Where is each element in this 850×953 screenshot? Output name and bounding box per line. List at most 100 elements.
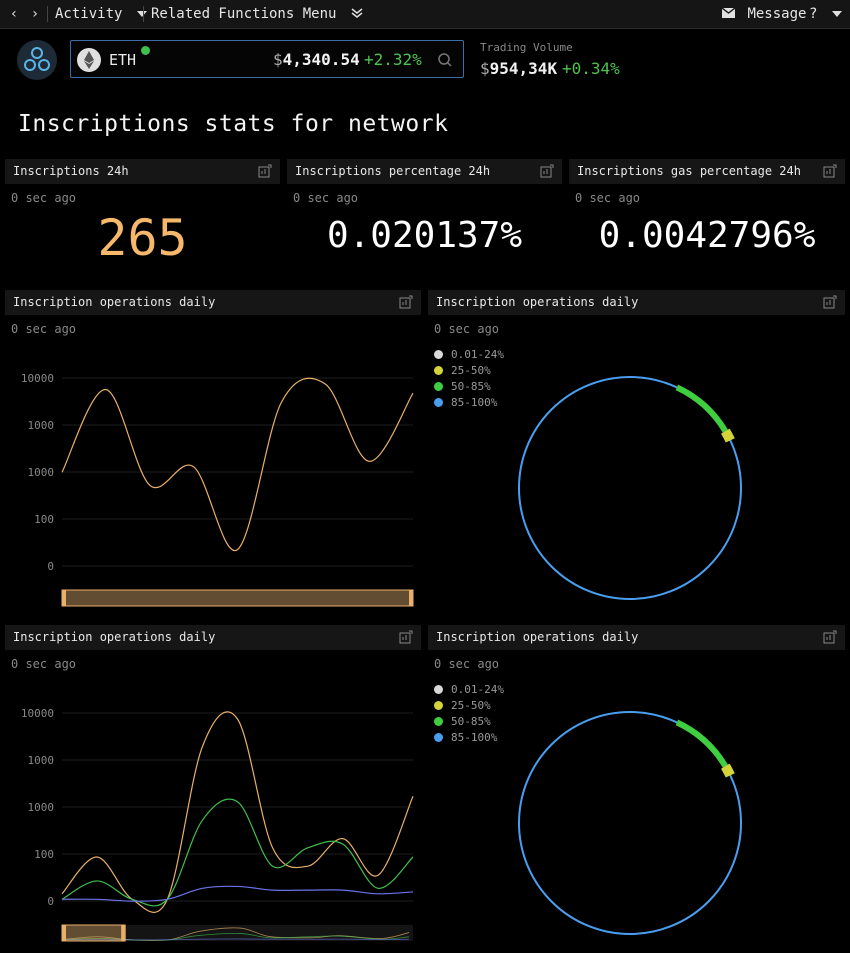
coin-price: $4,340.54 — [273, 50, 360, 69]
legend-item[interactable]: 25-50% — [434, 698, 504, 714]
divider — [143, 6, 144, 22]
forward-icon[interactable]: › — [26, 4, 44, 24]
zoom-handle-left[interactable] — [62, 925, 66, 941]
donut-slice-50-85%[interactable] — [675, 384, 728, 433]
legend-item[interactable]: 85-100% — [434, 395, 504, 411]
currency-symbol: $ — [480, 59, 490, 78]
panel-header: Inscription operations daily — [5, 625, 421, 650]
panel-header: Inscriptions percentage 24h — [287, 159, 562, 184]
export-icon[interactable] — [399, 630, 413, 644]
chevron-down-icon — [831, 11, 842, 17]
legend-item[interactable]: 25-50% — [434, 363, 504, 379]
panel-title: Inscription operations daily — [13, 630, 216, 644]
panel-header: Inscription operations daily — [428, 625, 845, 650]
eth-icon — [77, 48, 101, 72]
y-tick-label: 100 — [34, 513, 54, 526]
legend-item[interactable]: 0.01-24% — [434, 682, 504, 698]
page-title: Inscriptions stats for network — [18, 111, 449, 137]
legend-swatch — [434, 397, 443, 407]
legend-swatch — [434, 716, 443, 726]
zoom-handle-left[interactable] — [62, 590, 66, 606]
series-line[interactable] — [61, 798, 414, 907]
y-tick-label: 10000 — [21, 707, 54, 720]
zoom-slider-brush[interactable] — [61, 589, 414, 607]
stat-card-inscriptions-24h: Inscriptions 24h 0 sec ago 265 — [5, 159, 280, 286]
legend-label: 85-100% — [451, 731, 498, 744]
line-chart-1: 10000100010001000 — [21, 372, 414, 607]
export-icon[interactable] — [823, 630, 837, 644]
legend-swatch — [434, 381, 443, 391]
donut-slice-25-50%[interactable] — [721, 428, 735, 443]
panel-title: Inscriptions 24h — [13, 164, 129, 178]
legend-swatch — [434, 349, 443, 359]
export-icon[interactable] — [540, 164, 554, 178]
mail-icon — [721, 7, 736, 18]
updated-ago: 0 sec ago — [11, 322, 77, 336]
panel-header: Inscriptions 24h — [5, 159, 280, 184]
divider — [47, 6, 48, 22]
updated-ago: 0 sec ago — [11, 657, 77, 671]
message-button[interactable]: Message — [721, 5, 806, 23]
legend: 0.01-24% 25-50% 50-85% 85-100% — [434, 347, 504, 411]
zoom-slider-brush[interactable] — [61, 924, 126, 942]
related-functions-menu[interactable]: Related Functions Menu — [151, 5, 363, 23]
legend-swatch — [434, 732, 443, 742]
panel-title: Inscription operations daily — [436, 630, 639, 644]
y-tick-label: 1000 — [28, 419, 55, 432]
activity-menu[interactable]: Activity — [55, 5, 147, 23]
legend-item[interactable]: 50-85% — [434, 379, 504, 395]
legend: 0.01-24% 25-50% 50-85% 85-100% — [434, 682, 504, 746]
trading-volume-label: Trading Volume — [480, 41, 573, 54]
panel-title: Inscriptions percentage 24h — [295, 164, 491, 178]
verified-icon — [141, 46, 150, 55]
help-menu[interactable]: ? — [809, 5, 842, 23]
legend-label: 85-100% — [451, 396, 498, 409]
series-line[interactable] — [61, 377, 414, 551]
updated-ago: 0 sec ago — [11, 191, 77, 205]
back-icon[interactable]: ‹ — [5, 4, 23, 24]
export-icon[interactable] — [823, 164, 837, 178]
updated-ago: 0 sec ago — [434, 322, 500, 336]
updated-ago: 0 sec ago — [434, 657, 500, 671]
stat-value: 265 — [97, 209, 188, 267]
donut-slice-50-85%[interactable] — [675, 719, 728, 768]
legend-item[interactable]: 50-85% — [434, 714, 504, 730]
search-icon[interactable] — [437, 52, 453, 68]
zoom-handle-right[interactable] — [121, 925, 126, 941]
updated-ago: 0 sec ago — [575, 191, 641, 205]
legend-label: 50-85% — [451, 715, 491, 728]
donut-chart-2 — [518, 711, 742, 935]
legend-label: 50-85% — [451, 380, 491, 393]
price-change: +2.32% — [364, 50, 422, 69]
export-icon[interactable] — [823, 295, 837, 309]
line-chart-panel-2: Inscription operations daily 0 sec ago 1… — [5, 625, 421, 951]
legend-item[interactable]: 85-100% — [434, 730, 504, 746]
export-icon[interactable] — [258, 164, 272, 178]
y-tick-label: 1000 — [28, 466, 55, 479]
donut-slice-25-50%[interactable] — [721, 763, 735, 778]
y-tick-label: 1000 — [28, 754, 55, 767]
export-icon[interactable] — [399, 295, 413, 309]
volume-change: +0.34% — [562, 59, 620, 78]
legend-label: 0.01-24% — [451, 348, 504, 361]
panel-header: Inscriptions gas percentage 24h — [569, 159, 845, 184]
top-nav-bar: ‹ › Activity Related Functions Menu Mess… — [0, 0, 850, 29]
stat-value: 0.0042796% — [598, 215, 816, 256]
y-tick-label: 0 — [47, 560, 54, 573]
coin-search-box[interactable]: ETH $4,340.54 +2.32% — [70, 40, 464, 78]
volume-value: 954,34K — [489, 59, 558, 78]
series-line[interactable] — [61, 711, 414, 913]
legend-item[interactable]: 0.01-24% — [434, 347, 504, 363]
donut-chart-panel-1: Inscription operations daily 0 sec ago 0… — [428, 290, 845, 620]
legend-label: 25-50% — [451, 699, 491, 712]
price-value: 4,340.54 — [282, 50, 360, 69]
stat-value: 0.020137% — [326, 215, 523, 256]
help-icon: ? — [809, 6, 818, 22]
app-logo-icon[interactable] — [17, 40, 57, 80]
panel-title: Inscription operations daily — [13, 295, 216, 309]
coin-name: ETH — [109, 51, 137, 69]
zoom-handle-right[interactable] — [409, 590, 413, 606]
currency-symbol: $ — [273, 50, 283, 69]
trading-volume-value: $954,34K — [480, 59, 557, 78]
stat-card-inscriptions-percentage: Inscriptions percentage 24h 0 sec ago 0.… — [287, 159, 562, 286]
